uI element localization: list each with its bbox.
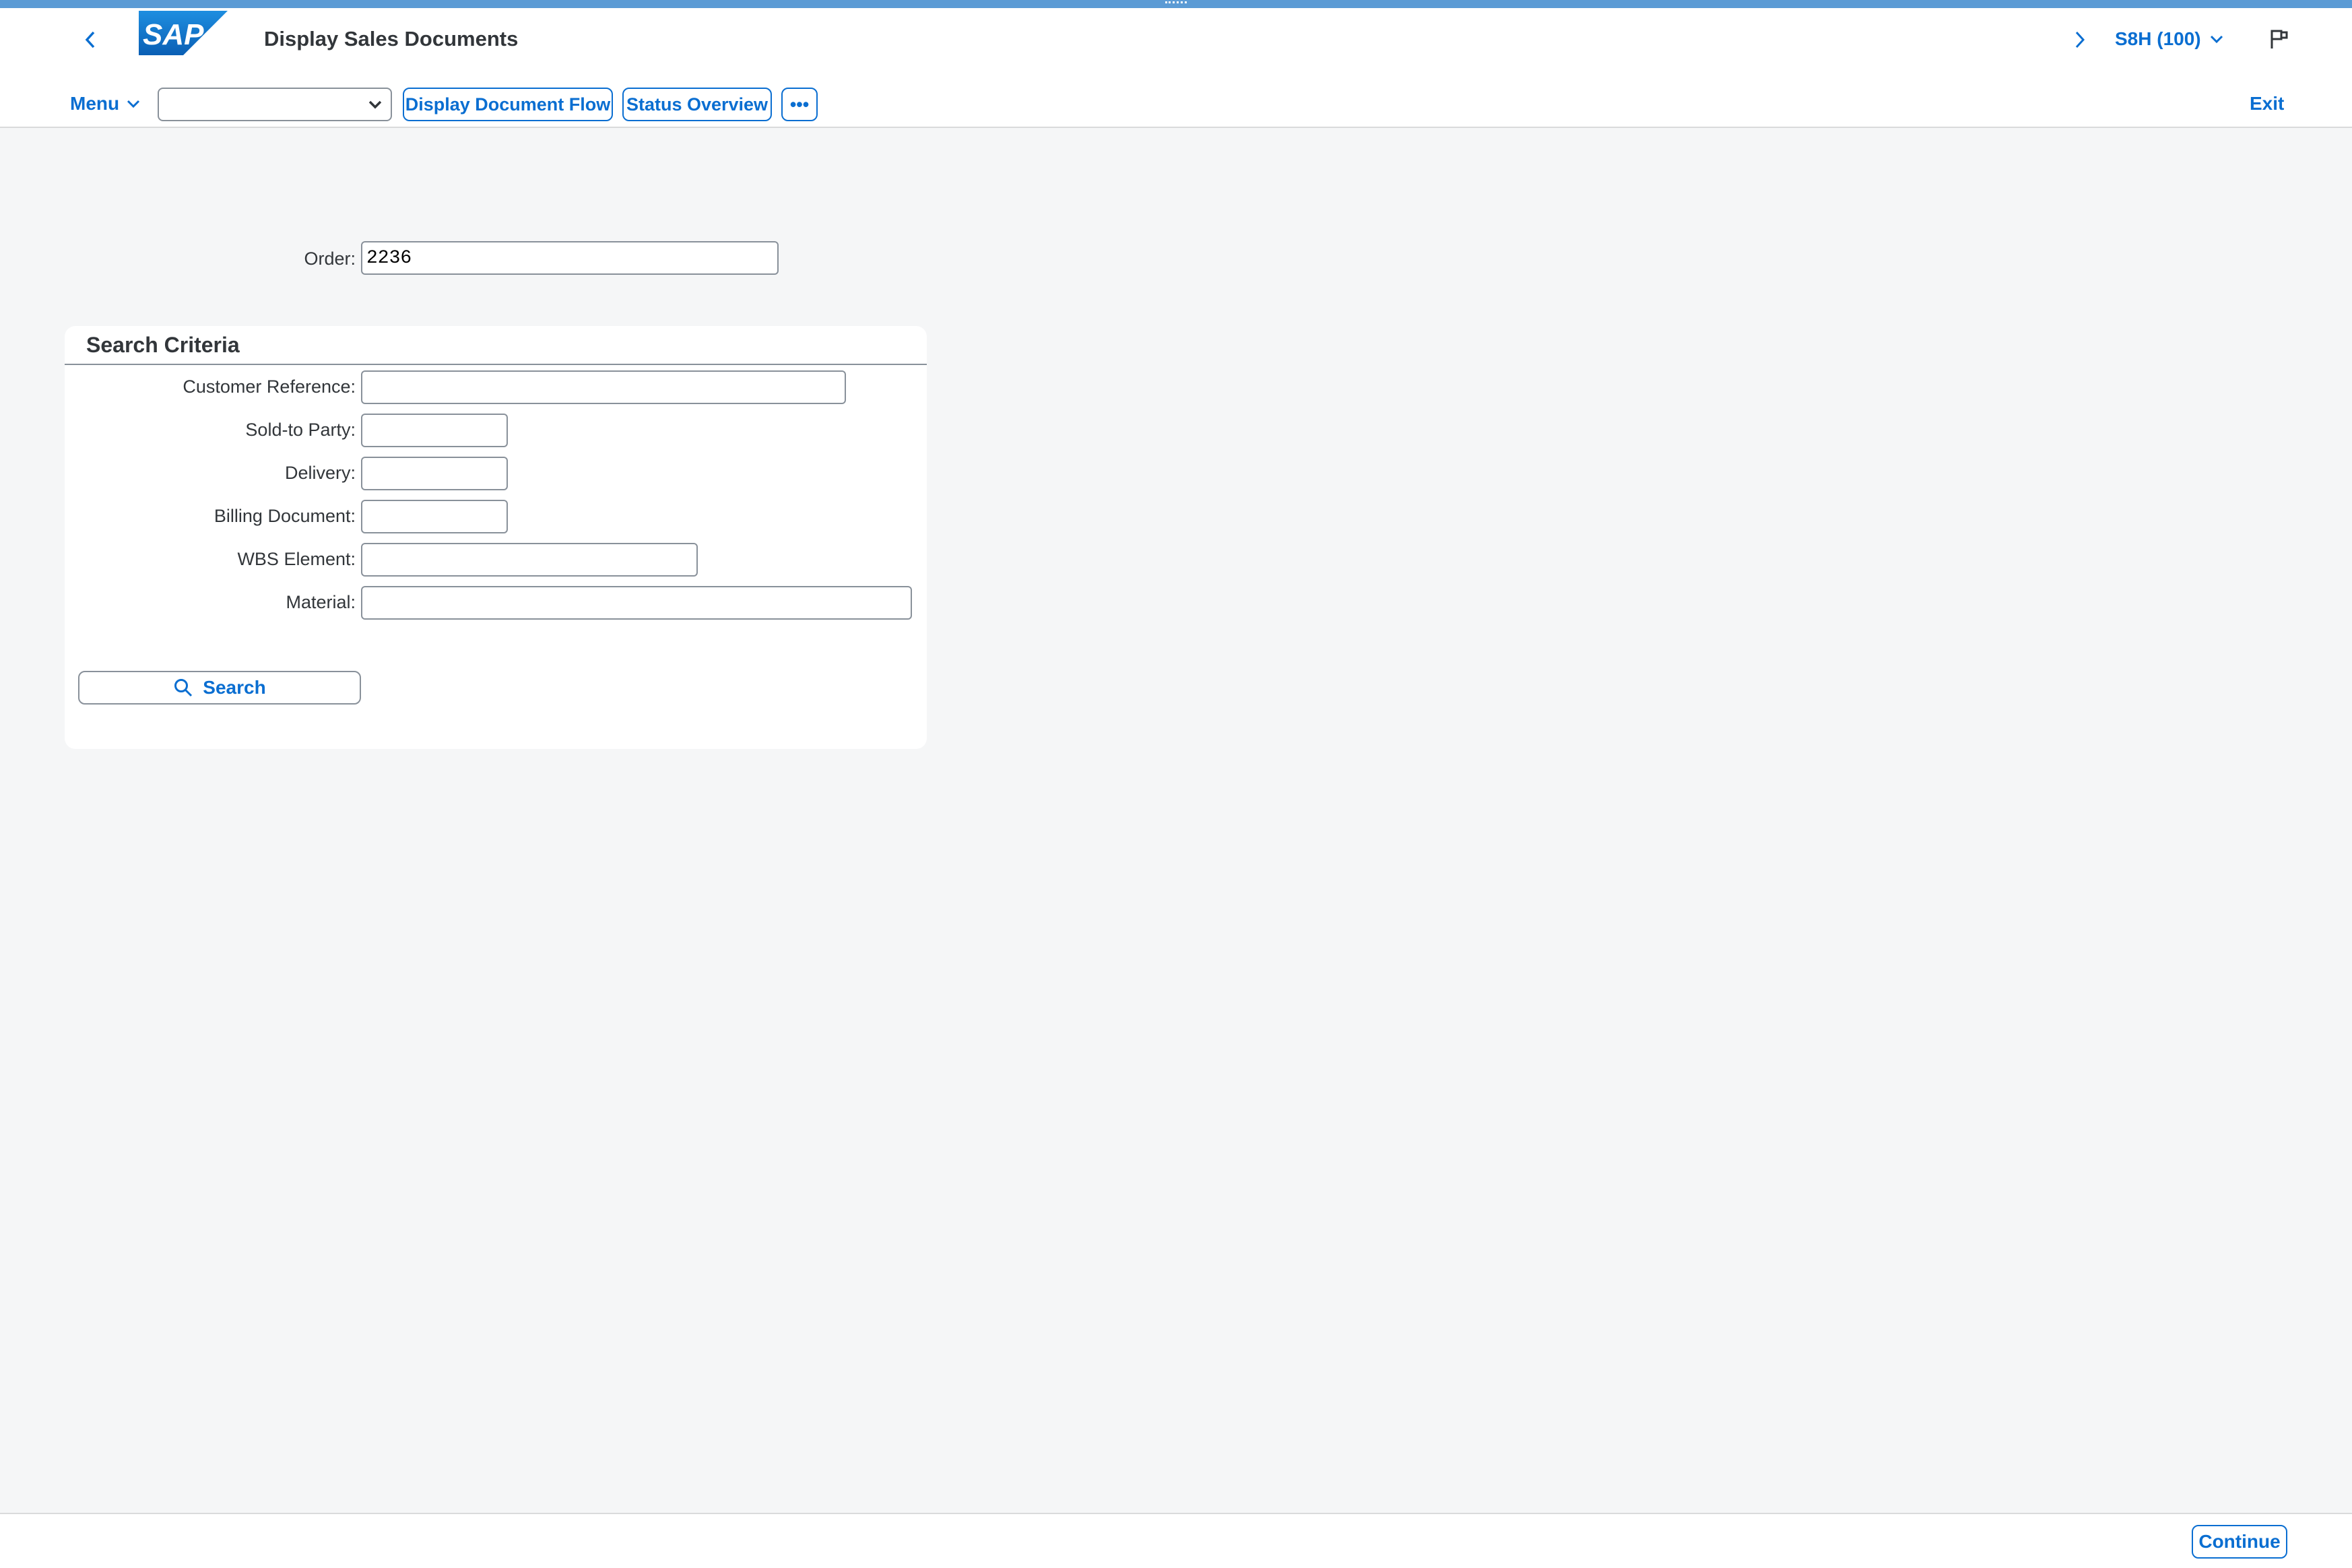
billing-document-label: Billing Document: <box>214 506 356 526</box>
user-menu-button[interactable] <box>2263 23 2297 57</box>
sap-logo: SAP <box>139 11 228 55</box>
customer-reference-input[interactable] <box>361 370 846 404</box>
panel-divider <box>65 364 927 365</box>
search-icon <box>174 679 193 697</box>
back-button[interactable] <box>75 23 105 57</box>
search-button[interactable]: Search <box>78 671 361 705</box>
sold-to-party-input[interactable] <box>361 414 508 447</box>
search-button-label: Search <box>203 677 266 698</box>
command-combo-box[interactable] <box>158 88 392 121</box>
search-criteria-title: Search Criteria <box>86 333 240 357</box>
order-label: Order: <box>304 249 356 269</box>
search-criteria-panel: Search Criteria Customer Reference: Sold… <box>65 326 927 749</box>
status-overview-button[interactable]: Status Overview <box>622 88 772 121</box>
forward-button[interactable] <box>2066 23 2093 57</box>
footer-bar: Continue <box>0 1513 2352 1568</box>
dropdown-arrow-icon <box>368 100 382 109</box>
material-input[interactable] <box>361 586 912 620</box>
display-document-flow-button[interactable]: Display Document Flow <box>403 88 613 121</box>
chevron-down-icon <box>2210 35 2223 44</box>
sold-to-party-label: Sold-to Party: <box>245 420 356 440</box>
continue-button[interactable]: Continue <box>2192 1525 2287 1559</box>
system-label: S8H (100) <box>2115 28 2201 49</box>
resize-grip[interactable] <box>1165 1 1187 5</box>
delivery-input[interactable] <box>361 457 508 490</box>
exit-button[interactable]: Exit <box>2236 85 2297 123</box>
material-label: Material: <box>286 592 356 612</box>
customer-reference-label: Customer Reference: <box>183 377 356 397</box>
delivery-label: Delivery: <box>284 463 356 483</box>
billing-document-input[interactable] <box>361 500 508 533</box>
page-title: Display Sales Documents <box>264 27 519 51</box>
shell-header: SAP Display Sales Documents S8H (100) Me… <box>0 8 2352 128</box>
order-input[interactable] <box>361 241 779 275</box>
menu-button[interactable]: Menu <box>70 85 141 123</box>
sap-logo-text: SAP <box>143 18 204 51</box>
wbs-element-input[interactable] <box>361 543 698 577</box>
menu-label: Menu <box>70 93 120 114</box>
wbs-element-label: WBS Element: <box>237 549 356 569</box>
system-selector[interactable]: S8H (100) <box>2115 20 2224 58</box>
chevron-down-icon <box>127 100 140 108</box>
profile-icon <box>2271 30 2288 48</box>
application-toolbar: Menu Display Document Flow Status Overvi… <box>0 82 2352 127</box>
more-actions-button[interactable]: ••• <box>781 88 818 121</box>
chevron-right-icon <box>2075 31 2085 48</box>
chevron-left-icon <box>85 31 95 48</box>
